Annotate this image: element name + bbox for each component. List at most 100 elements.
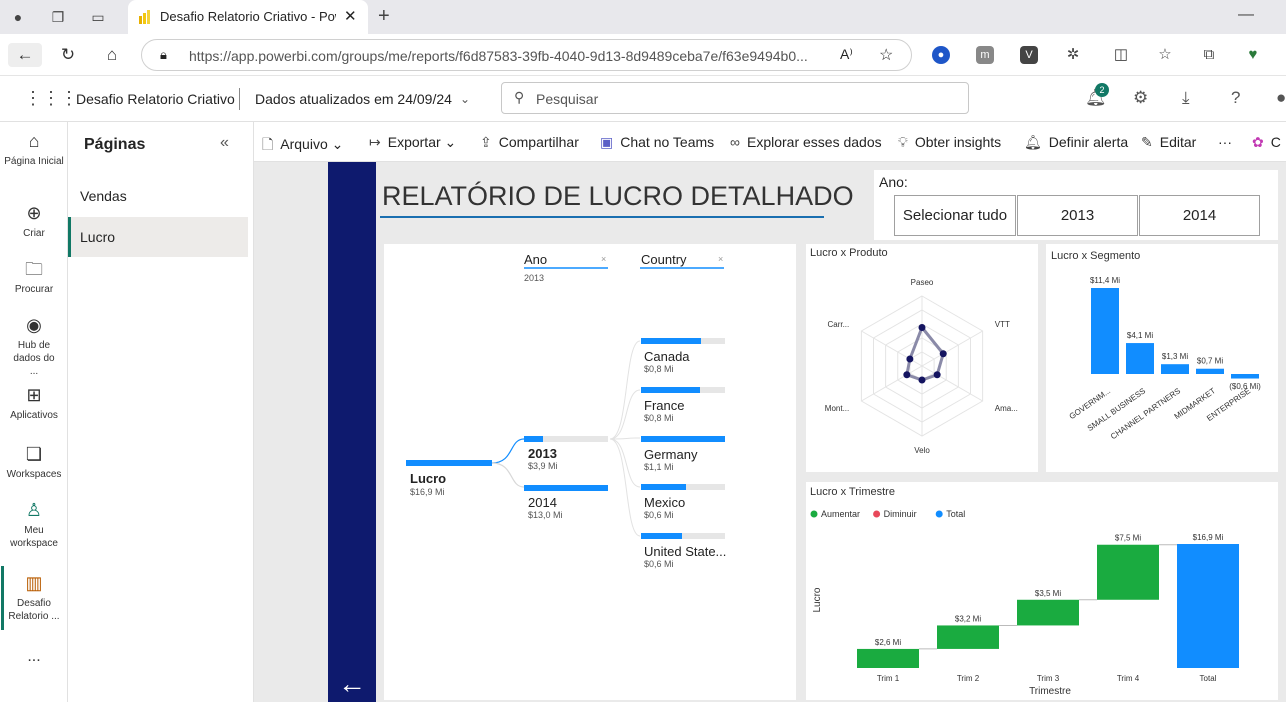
file-menu-button[interactable]: 🗋︎ Arquivo ⌄ xyxy=(262,134,343,158)
segment-bar xyxy=(1161,364,1189,374)
address-bar[interactable]: 🔒︎ https://app.powerbi.com/groups/me/rep… xyxy=(141,39,912,71)
report-name[interactable]: Desafio Relatorio Criativo xyxy=(76,91,235,107)
profile-icon[interactable]: ● xyxy=(8,7,28,27)
pages-title: Páginas xyxy=(84,136,146,153)
rail-item-workspaces[interactable]: ❏ Workspaces xyxy=(0,443,68,481)
download-icon[interactable]: ⤓ xyxy=(1182,88,1190,108)
rail-more-button[interactable]: ... xyxy=(0,649,68,665)
collections-icon[interactable]: ⧉ xyxy=(1200,46,1218,64)
page-item-lucro[interactable]: Lucro xyxy=(68,217,248,257)
extensions-puzzle-icon[interactable]: ✲ xyxy=(1064,46,1082,64)
read-aloud-icon[interactable]: A⁾ xyxy=(840,46,853,63)
app-launcher-icon[interactable]: ⋮⋮⋮ xyxy=(24,88,78,109)
rail-item-browse[interactable]: 🗀 Procurar xyxy=(0,258,68,296)
teams-chat-button[interactable]: ▣ Chat no Teams xyxy=(600,134,714,151)
favorites-icon[interactable]: ☆ xyxy=(1156,46,1174,64)
person-icon: ♙ xyxy=(25,500,43,520)
segment-bar xyxy=(1126,343,1154,374)
page-item-vendas[interactable]: Vendas xyxy=(68,176,248,216)
more-options-button[interactable]: ··· xyxy=(1218,134,1232,150)
rail-item-current-report[interactable]: ▥ Desafio Relatorio ... xyxy=(0,572,68,623)
country-bar-fill[interactable] xyxy=(641,386,700,393)
set-alert-button[interactable]: 🔔︎ Definir alerta xyxy=(1024,134,1128,151)
copilot-button[interactable]: ✿ C xyxy=(1252,134,1281,151)
rail-item-home[interactable]: ⌂ Página Inicial xyxy=(0,130,68,168)
browser-tab-active[interactable]: Desafio Relatorio Criativo - Power BI ✕ xyxy=(128,0,368,34)
slicer-option-select-all[interactable]: Selecionar tudo xyxy=(894,195,1016,236)
slicer-option-2014[interactable]: 2014 xyxy=(1139,195,1260,236)
rail-label: Meu workspace xyxy=(10,525,58,549)
close-tab-icon[interactable]: ✕ xyxy=(344,7,357,25)
favorite-star-icon[interactable]: ☆ xyxy=(879,45,893,65)
data-updated-label[interactable]: Dados atualizados em 24/09/24 xyxy=(255,91,452,107)
search-input[interactable]: ⚲ Pesquisar xyxy=(501,82,969,114)
edit-button[interactable]: ✎ Editar xyxy=(1141,134,1196,151)
y-axis-title: Lucro xyxy=(812,587,823,612)
slicer-option-2013[interactable]: 2013 xyxy=(1017,195,1138,236)
explore-data-button[interactable]: ∞ Explorar esses dados xyxy=(730,134,882,150)
refresh-button[interactable]: ↻ xyxy=(55,43,81,67)
report-icon: ▥ xyxy=(25,573,43,593)
address-bar-row: ← ↻ ⌂ 🔒︎ https://app.powerbi.com/groups/… xyxy=(0,34,1286,76)
country-label: Canada xyxy=(644,349,690,364)
extension-2-icon[interactable]: m xyxy=(976,46,994,64)
radar-axis xyxy=(921,330,983,367)
waterfall-category-label: Trim 3 xyxy=(1037,674,1060,683)
vertical-tabs-icon[interactable]: ▭ xyxy=(88,7,108,27)
back-arrow-icon[interactable]: ← xyxy=(338,668,366,700)
home-button[interactable]: ⌂ xyxy=(99,43,125,67)
legend-marker xyxy=(873,510,881,518)
chevron-down-icon[interactable]: ⌄ xyxy=(460,92,470,106)
country-bar-fill[interactable] xyxy=(641,338,701,344)
radar-category-label: VTT xyxy=(995,320,1010,329)
country-bar-fill[interactable] xyxy=(641,533,682,540)
rail-item-data-hub[interactable]: ◉ Hub de dados do ... xyxy=(0,314,68,378)
waterfall-category-label: Trim 1 xyxy=(877,674,900,683)
insights-button[interactable]: 💡︎ Obter insights xyxy=(898,134,1001,151)
close-icon[interactable]: × xyxy=(718,254,723,264)
country-bar-fill[interactable] xyxy=(641,484,686,491)
tree-header-country[interactable]: Country xyxy=(641,252,687,267)
share-button[interactable]: ⇪ Compartilhar xyxy=(480,134,579,151)
segment-data-label: $4,1 Mi xyxy=(1127,331,1153,340)
rail-label: Página Inicial xyxy=(4,156,64,167)
country-value: $1,1 Mi xyxy=(644,461,674,472)
performance-icon[interactable]: ♥ xyxy=(1244,46,1262,64)
year-bar-fill[interactable] xyxy=(524,436,543,442)
split-screen-icon[interactable]: ◫ xyxy=(1112,46,1130,64)
country-value: $0,8 Mi xyxy=(644,364,674,374)
export-label: Exportar xyxy=(387,134,441,150)
new-tab-button[interactable]: + xyxy=(378,5,390,28)
teams-label: Chat no Teams xyxy=(620,134,715,150)
rail-item-create[interactable]: ⊕ Criar xyxy=(0,202,68,240)
account-icon[interactable]: ● xyxy=(1276,88,1286,108)
year-value: $3,9 Mi xyxy=(528,461,558,471)
settings-gear-icon[interactable]: ⚙ xyxy=(1133,88,1148,108)
export-menu-button[interactable]: ↦ Exportar ⌄ xyxy=(369,134,456,151)
tree-header-year[interactable]: Ano xyxy=(524,252,547,267)
extension-3-icon[interactable]: V xyxy=(1020,46,1038,64)
year-bar-fill[interactable] xyxy=(524,485,608,491)
close-icon[interactable]: × xyxy=(601,254,606,264)
rail-item-apps[interactable]: ⊞ Aplicativos xyxy=(0,384,68,422)
root-bar[interactable] xyxy=(406,460,492,466)
rail-label: Desafio Relatorio ... xyxy=(8,598,60,622)
radar-axis xyxy=(921,365,983,402)
minimize-button[interactable]: — xyxy=(1238,6,1254,24)
lock-icon[interactable]: 🔒︎ xyxy=(160,47,167,63)
radar-chart: Paseo VTT Ama... Velo Mont... Carr... xyxy=(825,278,1018,455)
collapse-pane-icon[interactable]: « xyxy=(220,134,229,152)
year-value: $13,0 Mi xyxy=(528,510,563,520)
rail-item-my-workspace[interactable]: ♙ Meu workspace xyxy=(0,499,68,550)
radar-point xyxy=(906,355,914,363)
country-bar-fill[interactable] xyxy=(641,435,725,442)
help-icon[interactable]: ? xyxy=(1231,88,1240,108)
data-hub-icon: ◉ xyxy=(26,315,42,335)
back-button[interactable]: ← xyxy=(8,43,42,67)
country-label: Mexico xyxy=(644,495,686,511)
segment-panel: Lucro x Segmento $11,4 Mi GOVERNM... $4,1 … xyxy=(1046,244,1278,472)
url-text[interactable]: https://app.powerbi.com/groups/me/report… xyxy=(189,48,829,64)
extension-1-icon[interactable]: ● xyxy=(932,46,950,64)
workspaces-tab-icon[interactable]: ❐ xyxy=(48,7,68,27)
bell-icon: 🔔︎ xyxy=(1024,134,1042,150)
